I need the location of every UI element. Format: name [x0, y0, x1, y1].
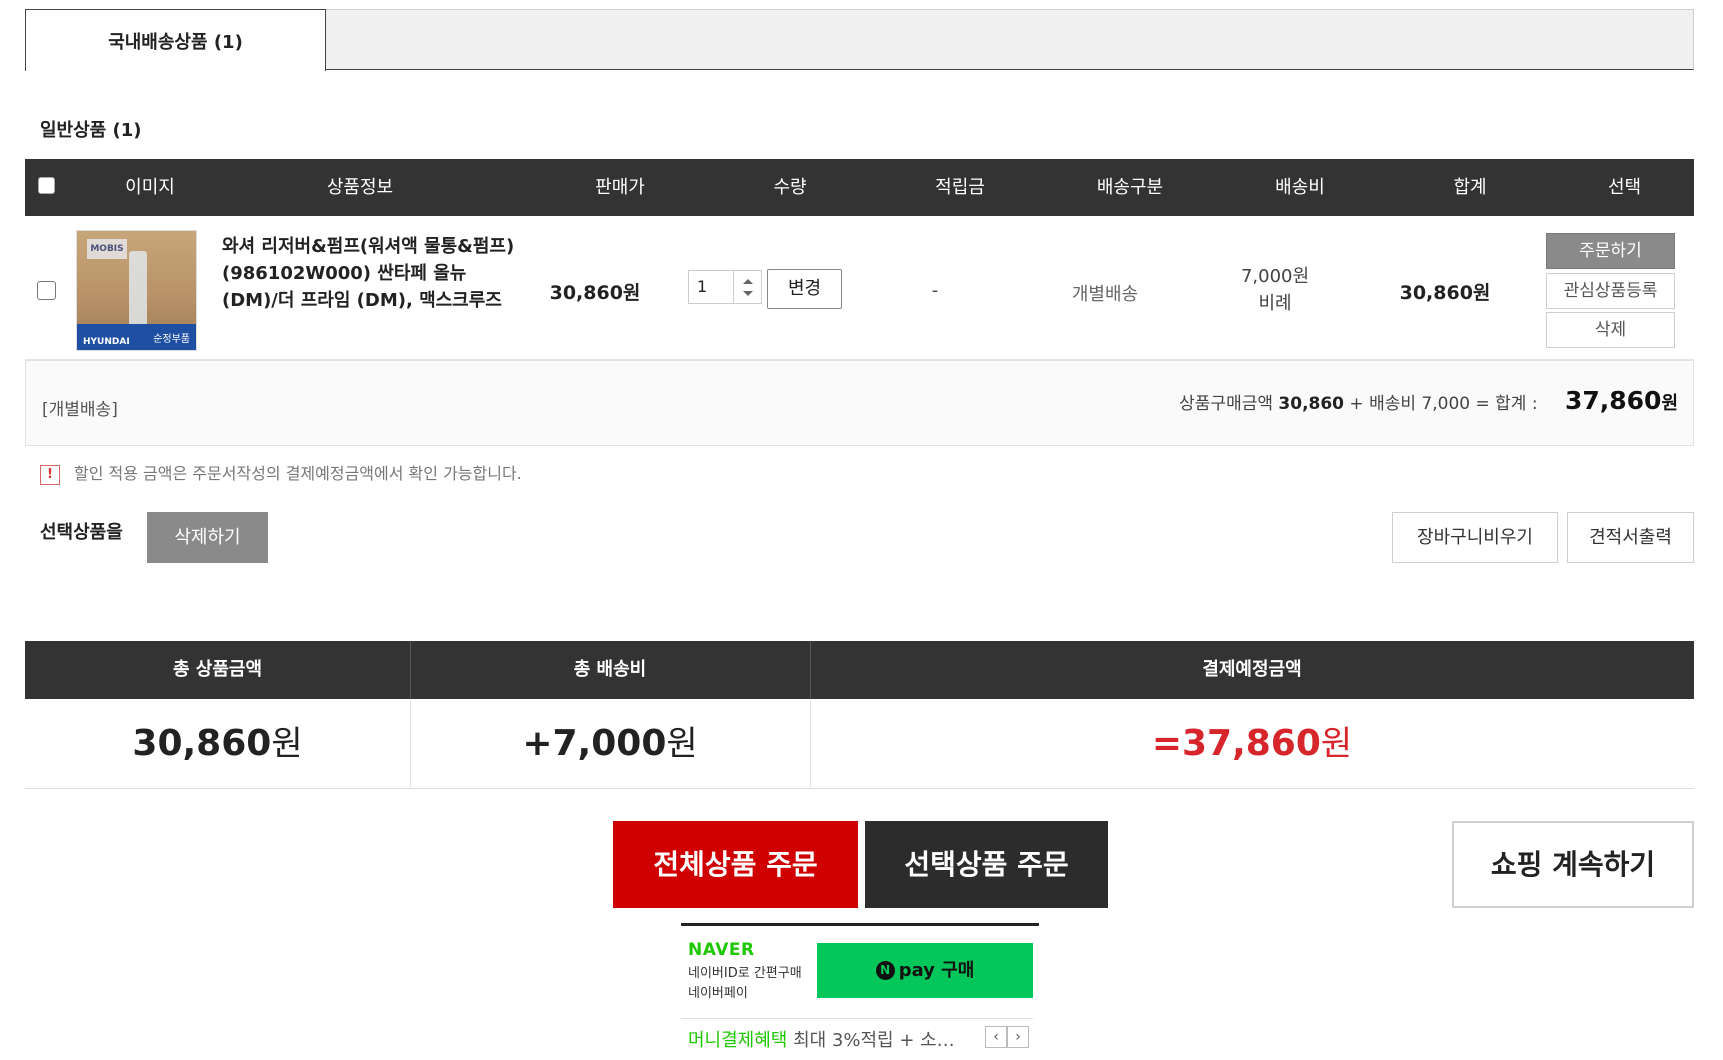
print-quote-button[interactable]: 견적서출력: [1567, 512, 1694, 563]
goods-amount: 30,860: [1278, 394, 1345, 414]
naverpay-line2: 네이버페이: [688, 986, 748, 1001]
add-wishlist-button[interactable]: 관심상품등록: [1546, 273, 1675, 309]
shipping-type: 개별배송: [1071, 284, 1139, 305]
header-price: 판매가: [595, 177, 645, 198]
chevron-left-icon[interactable]: ‹: [985, 1026, 1007, 1048]
total-shipping-value: +7,000: [522, 723, 667, 764]
tab-domestic-shipping[interactable]: 국내배송상품 (1): [25, 9, 326, 71]
header-quantity: 수량: [773, 177, 807, 198]
subtotal-summary: 상품구매금액 30,860 + 배송비 7,000 = 합계 : 37,860원: [1100, 386, 1678, 415]
won-unit: 원: [666, 724, 698, 764]
fee-amount: 7,000: [1421, 394, 1471, 414]
total-goods-amount: 30,860원: [25, 699, 410, 789]
discount-notice: ! 할인 적용 금액은 주문서작성의 결제예정금액에서 확인 가능합니다.: [40, 460, 522, 485]
product-price: 30,860원: [549, 282, 641, 304]
naverpay-line1: 네이버ID로 간편구매: [688, 966, 802, 981]
totals-body: 30,860원 +7,000원 =37,860원: [25, 699, 1694, 789]
naverpay-divider: [681, 1018, 1033, 1019]
total-goods-header: 총 상품금액: [172, 659, 263, 680]
shipping-fee-amount: 7,000원: [1240, 266, 1310, 287]
selected-items-label: 선택상품을: [40, 522, 123, 543]
fee-label: 배송비: [1369, 394, 1416, 414]
chevron-right-icon[interactable]: ›: [1007, 1026, 1029, 1048]
row-total: 30,860원: [1399, 282, 1491, 304]
npay-icon: N: [875, 961, 895, 980]
quantity-stepper[interactable]: 1: [688, 270, 762, 304]
section-title: 일반상품 (1): [40, 120, 142, 141]
product-name-link[interactable]: 와셔 리저버&펌프(워셔액 물통&펌프) (986102W000) 싼타페 올뉴…: [222, 233, 517, 314]
header-points: 적립금: [935, 177, 985, 198]
header-image: 이미지: [125, 177, 175, 198]
won-unit: 원: [271, 724, 303, 764]
header-product-info: 상품정보: [326, 177, 394, 198]
points-value: -: [931, 280, 939, 301]
benefit-arrows: ‹ ›: [985, 1026, 1033, 1050]
continue-shopping-button[interactable]: 쇼핑 계속하기: [1452, 821, 1694, 908]
equals-total-label: = 합계 :: [1475, 394, 1538, 414]
naverpay-top-rule: [681, 923, 1039, 926]
hyundai-logo: HYUNDAI: [83, 337, 130, 347]
totals-header: 총 상품금액 총 배송비 결제예정금액: [25, 641, 1694, 699]
benefit-highlight: 머니결제혜택: [688, 1030, 788, 1051]
payment-value: =37,860: [1151, 723, 1321, 764]
payment-header: 결제예정금액: [1202, 659, 1302, 680]
header-shipping-type: 배송구분: [1096, 177, 1164, 198]
payment-amount: =37,860원: [810, 699, 1694, 789]
shipping-fee: 7,000원 비례: [1220, 263, 1330, 317]
total-shipping-amount: +7,000원: [410, 699, 810, 789]
header-shipping-fee: 배송비: [1275, 177, 1325, 198]
part-shape: [129, 251, 147, 331]
empty-cart-button[interactable]: 장바구니비우기: [1392, 512, 1558, 563]
won-unit: 원: [1320, 724, 1353, 764]
order-item-button[interactable]: 주문하기: [1546, 233, 1675, 269]
benefit-text: 최대 3%적립 + 소…: [787, 1030, 955, 1051]
header-select: 선택: [1607, 177, 1642, 198]
genuine-parts-tag: 순정부품: [153, 334, 190, 345]
naver-logo: NAVER: [688, 940, 755, 960]
order-all-button[interactable]: 전체상품 주문: [613, 821, 858, 908]
subtotal-amount: 37,860: [1564, 386, 1662, 415]
order-selected-button[interactable]: 선택상품 주문: [865, 821, 1108, 908]
naverpay-button-label: pay 구매: [898, 960, 975, 981]
item-checkbox[interactable]: [37, 281, 56, 300]
goods-label: 상품구매금액: [1179, 394, 1273, 414]
select-all-checkbox[interactable]: [38, 177, 55, 194]
alert-icon: !: [40, 464, 60, 485]
delete-item-button[interactable]: 삭제: [1546, 312, 1675, 348]
subtotal-won: 원: [1661, 393, 1678, 414]
mobis-logo: MOBIS: [87, 239, 127, 259]
header-total: 합계: [1453, 177, 1487, 198]
notice-text: 할인 적용 금액은 주문서작성의 결제예정금액에서 확인 가능합니다.: [74, 464, 522, 483]
shipping-group-label: [개별배송]: [42, 400, 118, 420]
quantity-input[interactable]: 1: [697, 277, 707, 296]
shipping-fee-note: 비례: [1258, 293, 1292, 314]
quantity-spinner[interactable]: [733, 271, 761, 303]
change-quantity-button[interactable]: 변경: [767, 269, 842, 309]
plus-sign: +: [1349, 394, 1364, 414]
delete-selected-button[interactable]: 삭제하기: [147, 512, 268, 563]
increase-icon[interactable]: [743, 279, 753, 284]
total-shipping-header: 총 배송비: [573, 659, 647, 680]
naverpay-buy-button[interactable]: Npay 구매: [817, 943, 1033, 998]
product-image[interactable]: MOBIS HYUNDAI 순정부품: [76, 230, 197, 351]
cart-table-header: 이미지 상품정보 판매가 수량 적립금 배송구분 배송비 합계 선택: [25, 159, 1694, 216]
decrease-icon[interactable]: [743, 291, 753, 296]
total-goods-value: 30,860: [132, 723, 272, 764]
naverpay-benefit[interactable]: 머니결제혜택 최대 3%적립 + 소…: [688, 1026, 955, 1052]
